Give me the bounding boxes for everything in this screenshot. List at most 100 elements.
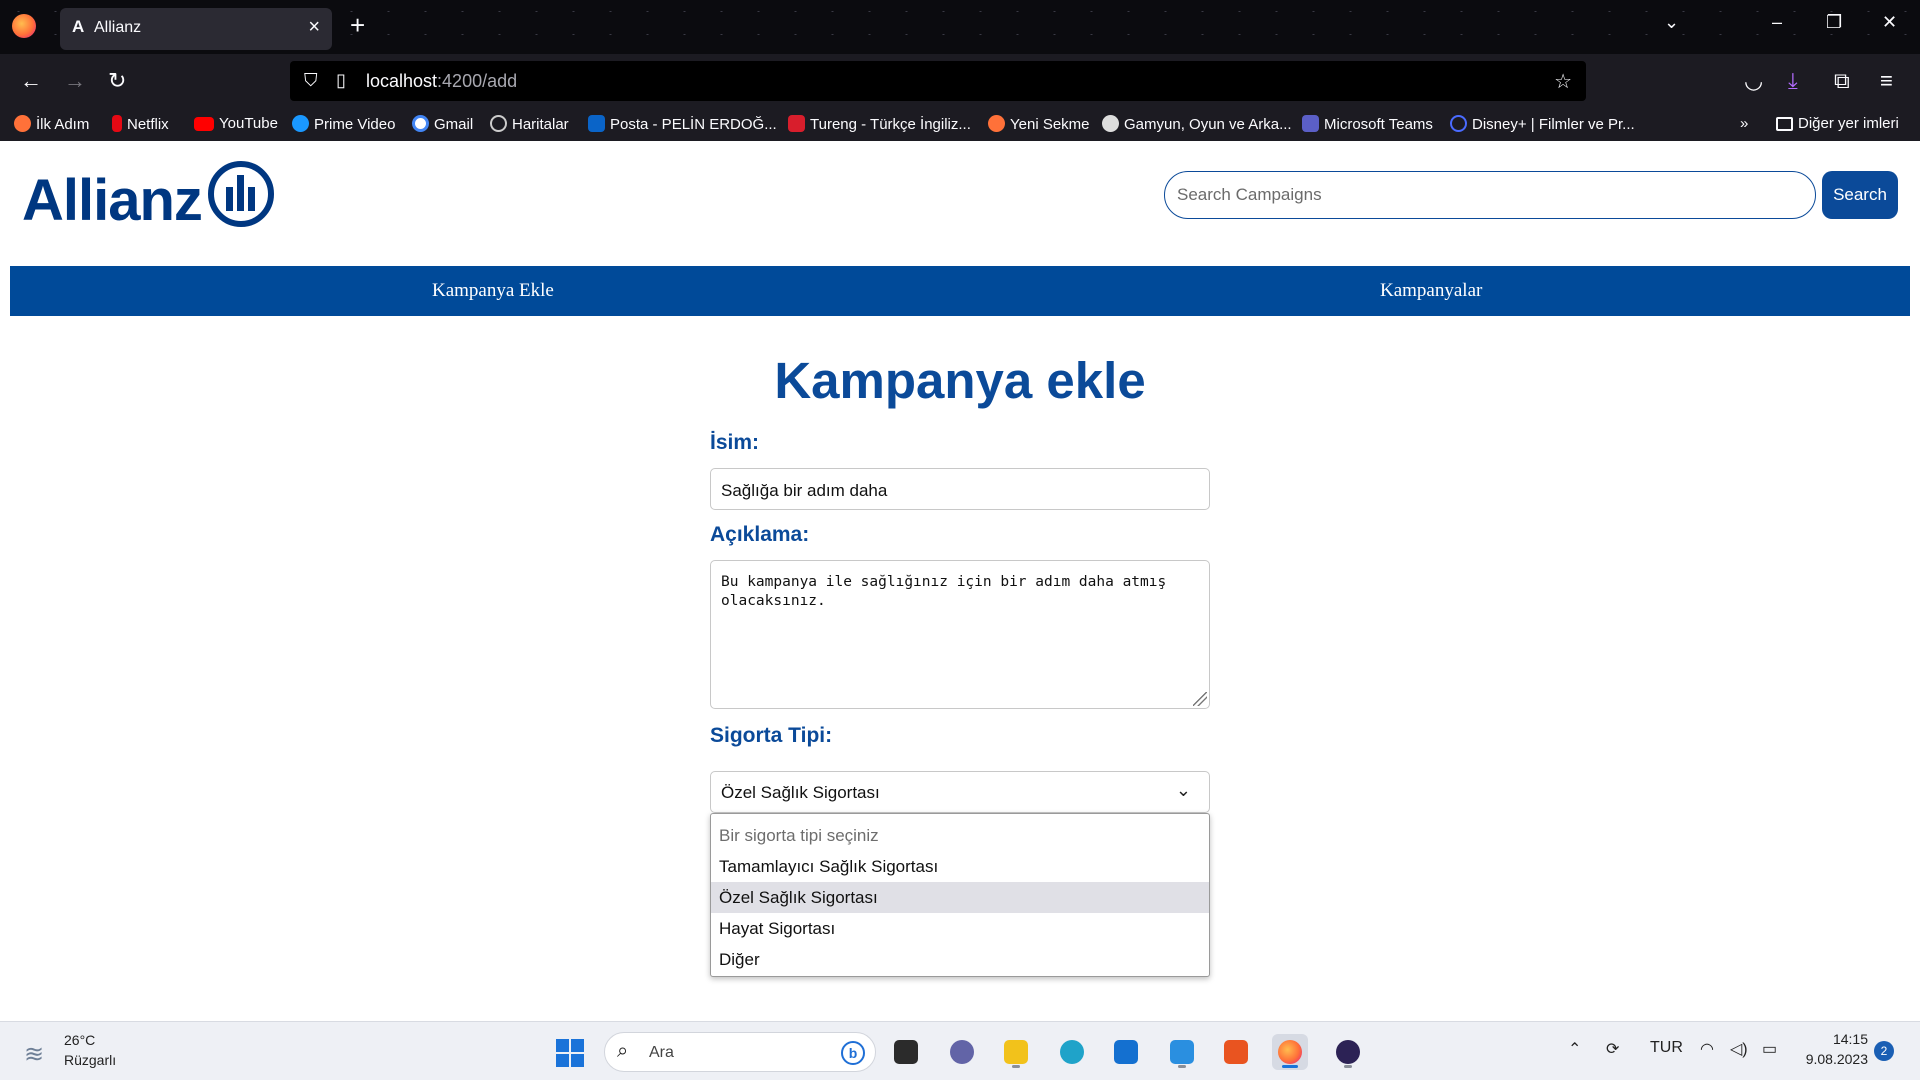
resize-grip-icon[interactable] (1193, 692, 1207, 706)
taskbar-search[interactable]: ⌕ Ara b (604, 1032, 876, 1072)
insurance-type-label: Sigorta Tipi: (710, 724, 833, 747)
option-tamamlayici[interactable]: Tamamlayıcı Sağlık Sigortası (711, 851, 1209, 882)
description-text: Bu kampanya ile sağlığınız için bir adım… (721, 574, 1167, 609)
tureng-icon (788, 115, 805, 132)
browser-tab-bar: A Allianz × + ⌄ – ❐ ✕ (0, 0, 1920, 54)
bookmark-ilk-adim[interactable]: İlk Adım (14, 115, 89, 133)
edge-icon[interactable] (1054, 1034, 1090, 1070)
bookmark-disney[interactable]: Disney+ | Filmler ve Pr... (1450, 115, 1635, 133)
browser-tab-active[interactable]: A Allianz × (60, 8, 332, 50)
sync-icon[interactable]: ⟳ (1606, 1039, 1619, 1059)
ubuntu-icon[interactable] (1218, 1034, 1254, 1070)
clock[interactable]: 14:15 9.08.2023 (1804, 1031, 1868, 1067)
folder-icon (1776, 117, 1793, 131)
weather-temperature[interactable]: 26°C (64, 1032, 95, 1048)
option-placeholder[interactable]: Bir sigorta tipi seçiniz (711, 820, 1209, 851)
bookmark-youtube[interactable]: YouTube (194, 115, 278, 132)
notification-badge[interactable]: 2 (1874, 1041, 1894, 1061)
time: 14:15 (1832, 1031, 1868, 1047)
menu-item-add-campaign[interactable]: Kampanya Ekle (432, 280, 554, 302)
search-icon: ⌕ (617, 1040, 629, 1062)
google-icon (412, 115, 429, 132)
option-hayat[interactable]: Hayat Sigortası (711, 913, 1209, 944)
option-diger[interactable]: Diğer (711, 944, 1209, 975)
file-explorer-icon[interactable] (998, 1034, 1034, 1070)
bookmark-yeni-sekme[interactable]: Yeni Sekme (988, 115, 1090, 133)
bookmark-netflix[interactable]: Netflix (112, 115, 169, 133)
vscode-icon[interactable] (1164, 1034, 1200, 1070)
taskbar-search-text: Ara (649, 1044, 674, 1061)
forward-icon[interactable]: → (64, 68, 86, 94)
tab-close-icon[interactable]: × (308, 16, 320, 39)
menu-item-campaigns[interactable]: Kampanyalar (1380, 280, 1482, 302)
youtube-icon (194, 117, 214, 131)
outlook-icon (588, 115, 605, 132)
insurance-type-select[interactable]: Özel Sağlık Sigortası ⌄ (710, 771, 1210, 813)
weather-description[interactable]: Rüzgarlı (64, 1052, 116, 1068)
firefox-taskbar-icon[interactable] (1272, 1034, 1308, 1070)
other-bookmarks[interactable]: Diğer yer imleri (1776, 115, 1899, 132)
date: 9.08.2023 (1805, 1051, 1868, 1067)
eclipse-icon[interactable] (1330, 1034, 1366, 1070)
main-menu: Kampanya Ekle Kampanyalar (10, 266, 1910, 316)
wind-icon[interactable]: ≋ (24, 1040, 44, 1069)
pocket-icon[interactable]: ◡ (1744, 68, 1763, 94)
list-all-tabs-icon[interactable]: ⌄ (1664, 12, 1679, 33)
address-bar[interactable]: ⛉ ▯ localhost:4200/add ☆ (290, 61, 1586, 101)
firefox-menu-icon[interactable] (12, 14, 36, 38)
reload-icon[interactable]: ↻ (108, 68, 126, 94)
prime-video-icon (292, 115, 309, 132)
allianz-favicon-icon: A (72, 17, 85, 36)
minimize-icon[interactable]: – (1772, 12, 1782, 33)
search-button[interactable]: Search (1822, 171, 1898, 219)
bookmark-tureng[interactable]: Tureng - Türkçe İngiliz... (788, 115, 971, 133)
shield-icon[interactable]: ⛉ (304, 70, 318, 91)
bookmarks-toolbar: İlk Adım Netflix YouTube Prime Video Gma… (0, 110, 1920, 141)
search-campaigns-input[interactable] (1164, 171, 1816, 219)
tab-title: Allianz (94, 19, 142, 36)
bing-icon[interactable]: b (841, 1041, 865, 1065)
mail-icon[interactable] (1108, 1034, 1144, 1070)
name-input[interactable]: Sağlığa bir adım daha (710, 468, 1210, 510)
teams-chat-icon[interactable] (944, 1034, 980, 1070)
disney-icon (1450, 115, 1467, 132)
bookmark-gamyun[interactable]: Gamyun, Oyun ve Arka... (1102, 115, 1292, 133)
windows-start-icon[interactable] (556, 1039, 584, 1067)
browser-nav-bar: ← → ↻ ⛉ ▯ localhost:4200/add ☆ ◡ ⤓ ⧉ ≡ (0, 54, 1920, 110)
option-ozel-saglik[interactable]: Özel Sağlık Sigortası (711, 882, 1209, 913)
bookmark-posta[interactable]: Posta - PELİN ERDOĞ... (588, 115, 777, 133)
page-info-icon[interactable]: ▯ (336, 70, 346, 91)
allianz-eagle-icon (208, 161, 274, 227)
language-indicator[interactable]: TUR (1650, 1039, 1683, 1057)
volume-icon[interactable]: ◁) (1730, 1039, 1748, 1059)
chevron-up-icon[interactable]: ⌃ (1568, 1039, 1581, 1059)
page-content: Allianz Search Kampanya Ekle Kampanyalar… (0, 141, 1920, 1021)
firefox-icon (988, 115, 1005, 132)
globe-icon (490, 115, 507, 132)
chevron-down-icon: ⌄ (1175, 780, 1191, 800)
app-menu-icon[interactable]: ≡ (1880, 68, 1893, 94)
close-window-icon[interactable]: ✕ (1882, 12, 1897, 33)
task-view-icon[interactable] (888, 1034, 924, 1070)
bookmark-star-icon[interactable]: ☆ (1554, 69, 1572, 94)
name-label: İsim: (710, 431, 760, 454)
insurance-type-value: Özel Sağlık Sigortası (721, 783, 880, 802)
taskbar: ≋ 26°C Rüzgarlı ⌕ Ara b ⌃ ⟳ TUR ◠ ◁) ▭ 1… (0, 1021, 1920, 1080)
url-text[interactable]: localhost:4200/add (366, 71, 517, 92)
bookmark-haritalar[interactable]: Haritalar (490, 115, 569, 133)
bookmark-prime-video[interactable]: Prime Video (292, 115, 395, 133)
insurance-type-dropdown: Bir sigorta tipi seçiniz Tamamlayıcı Sağ… (710, 813, 1210, 977)
teams-icon (1302, 115, 1319, 132)
description-textarea[interactable]: Bu kampanya ile sağlığınız için bir adım… (710, 560, 1210, 709)
back-icon[interactable]: ← (20, 68, 42, 94)
wifi-icon[interactable]: ◠ (1700, 1039, 1714, 1059)
new-tab-icon[interactable]: + (350, 12, 365, 38)
bookmarks-overflow-icon[interactable]: » (1740, 115, 1748, 132)
bookmark-gmail[interactable]: Gmail (412, 115, 473, 133)
restore-icon[interactable]: ❐ (1826, 12, 1842, 33)
people-icon (1102, 115, 1119, 132)
downloads-icon[interactable]: ⤓ (1788, 68, 1798, 94)
battery-icon[interactable]: ▭ (1762, 1039, 1777, 1059)
extensions-icon[interactable]: ⧉ (1834, 68, 1850, 94)
bookmark-microsoft-teams[interactable]: Microsoft Teams (1302, 115, 1433, 133)
